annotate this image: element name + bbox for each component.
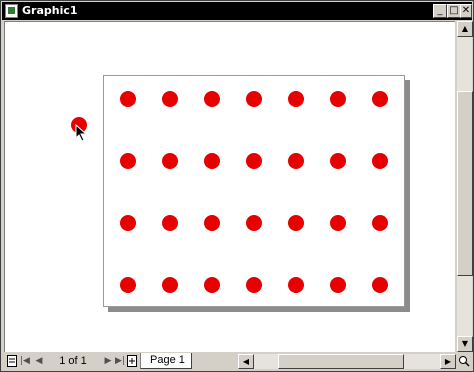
grid-dot[interactable] [246, 215, 262, 231]
page-count: 1 of 1 [59, 355, 87, 367]
drawing-page[interactable] [103, 75, 405, 307]
grid-dot[interactable] [120, 215, 136, 231]
grid-dot[interactable] [372, 153, 388, 169]
scroll-up-button[interactable]: ▲ [457, 21, 473, 37]
grid-dot[interactable] [372, 91, 388, 107]
grid-dot[interactable] [246, 277, 262, 293]
document-icon[interactable] [5, 4, 18, 18]
zoom-icon[interactable] [458, 355, 470, 367]
grid-dot[interactable] [288, 153, 304, 169]
minimize-icon: _ [437, 5, 443, 16]
scroll-left-button[interactable]: ◀ [238, 354, 254, 369]
grid-dot[interactable] [372, 277, 388, 293]
close-icon: ✕ [461, 5, 471, 16]
grid-dot[interactable] [330, 153, 346, 169]
grid-dot[interactable] [162, 153, 178, 169]
graphic-window: Graphic1 _ □ ✕ ▲ ▼ |◀ ◀ 1 of 1 ▶ ▶| Page… [0, 0, 474, 372]
grid-dot[interactable] [204, 277, 220, 293]
grid-dot[interactable] [288, 277, 304, 293]
grid-dot[interactable] [120, 277, 136, 293]
horizontal-scroll-thumb[interactable] [278, 354, 404, 369]
maximize-icon: □ [449, 5, 459, 16]
maximize-button[interactable]: □ [447, 4, 461, 18]
vertical-scroll-thumb[interactable] [457, 91, 473, 276]
arrow-up-icon: ▲ [461, 24, 469, 33]
grid-dot[interactable] [372, 215, 388, 231]
scroll-down-button[interactable]: ▼ [457, 336, 473, 352]
window-title: Graphic1 [22, 4, 78, 17]
page-navigation-bar: |◀ ◀ 1 of 1 ▶ ▶| Page 1 ◀ ▶ [2, 353, 472, 370]
grid-dot[interactable] [204, 91, 220, 107]
grid-dot[interactable] [120, 91, 136, 107]
close-button[interactable]: ✕ [460, 4, 472, 18]
grid-dot[interactable] [330, 91, 346, 107]
grid-dot[interactable] [162, 91, 178, 107]
grid-dot[interactable] [204, 215, 220, 231]
arrow-left-icon: ◀ [242, 357, 250, 366]
arrow-down-icon: ▼ [461, 339, 469, 348]
scroll-right-button[interactable]: ▶ [440, 354, 456, 369]
title-bar[interactable]: Graphic1 _ □ ✕ [2, 2, 472, 20]
grid-dot[interactable] [204, 153, 220, 169]
grid-dot[interactable] [162, 277, 178, 293]
grid-dot[interactable] [330, 277, 346, 293]
grid-dot[interactable] [162, 215, 178, 231]
grid-dot[interactable] [288, 215, 304, 231]
next-page-icon[interactable]: ▶ [102, 355, 114, 367]
insert-page-icon[interactable] [126, 355, 138, 367]
minimize-button[interactable]: _ [433, 4, 447, 18]
first-page-icon[interactable]: |◀ [19, 355, 31, 367]
drawing-canvas[interactable] [4, 21, 455, 352]
page-tab-1[interactable]: Page 1 [140, 353, 192, 369]
grid-dot[interactable] [246, 153, 262, 169]
grid-dot[interactable] [288, 91, 304, 107]
horizontal-scrollbar[interactable]: ◀ ▶ [238, 354, 456, 369]
grid-dot[interactable] [246, 91, 262, 107]
arrow-right-icon: ▶ [444, 357, 452, 366]
grid-dot[interactable] [330, 215, 346, 231]
arrow-cursor-icon [75, 124, 88, 142]
previous-page-icon[interactable]: ◀ [33, 355, 45, 367]
grid-dot[interactable] [120, 153, 136, 169]
page-icon[interactable] [6, 355, 18, 367]
last-page-icon[interactable]: ▶| [114, 355, 126, 367]
vertical-scrollbar[interactable]: ▲ ▼ [456, 21, 473, 352]
